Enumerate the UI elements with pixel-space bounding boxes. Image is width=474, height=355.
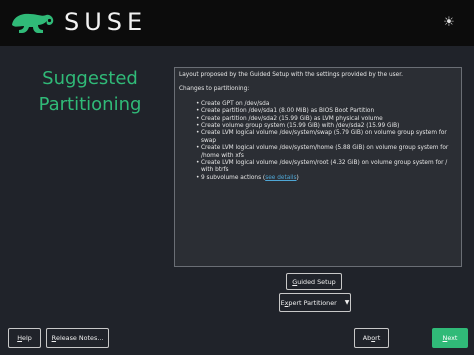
guided-setup-button[interactable]: Guided Setup <box>286 273 342 290</box>
subvolume-suffix: ) <box>296 174 299 181</box>
chevron-down-icon: ▼ <box>344 299 350 306</box>
page-title: Suggested Partitioning <box>30 66 150 118</box>
page-title-line1: Suggested <box>42 68 138 89</box>
changes-list: Create GPT on /dev/sda Create partition … <box>179 101 457 183</box>
see-details-link[interactable]: see details <box>265 175 296 181</box>
change-item-subvolumes: 9 subvolume actions (see details) <box>196 174 457 183</box>
summary-intro: Layout proposed by the Guided Setup with… <box>179 72 403 78</box>
change-item: Create LVM logical volume /dev/system/ro… <box>196 160 457 175</box>
expert-partitioner-button[interactable]: Ex pert Partitioner ▼ <box>279 293 351 312</box>
change-item: Create LVM logical volume /dev/system/sw… <box>196 130 457 145</box>
abort-button[interactable]: Ab o rt <box>354 328 389 348</box>
changes-heading: Changes to partitioning: <box>179 86 250 93</box>
subvolume-prefix: 9 subvolume actions ( <box>201 174 266 181</box>
page-title-line2: Partitioning <box>38 94 142 115</box>
change-item: Create partition /dev/sda2 (15.99 GiB) a… <box>196 116 457 124</box>
next-button[interactable]: Next <box>432 328 468 348</box>
change-item: Create partition /dev/sda1 (8.00 MiB) as… <box>196 108 457 116</box>
header-bar: SUSE ☀ <box>0 0 474 46</box>
change-item: Create GPT on /dev/sda <box>196 101 457 109</box>
help-button[interactable]: Help <box>8 328 41 348</box>
suse-chameleon-logo <box>12 13 54 34</box>
sun-icon[interactable]: ☀ <box>440 14 458 32</box>
partitioning-summary: Layout proposed by the Guided Setup with… <box>174 67 462 267</box>
release-notes-button[interactable]: Release Notes... <box>46 328 109 348</box>
change-item: Create LVM logical volume /dev/system/ho… <box>196 145 457 160</box>
change-item: Create volume group system (15.99 GiB) w… <box>196 123 457 131</box>
brand-name: SUSE <box>64 8 148 36</box>
